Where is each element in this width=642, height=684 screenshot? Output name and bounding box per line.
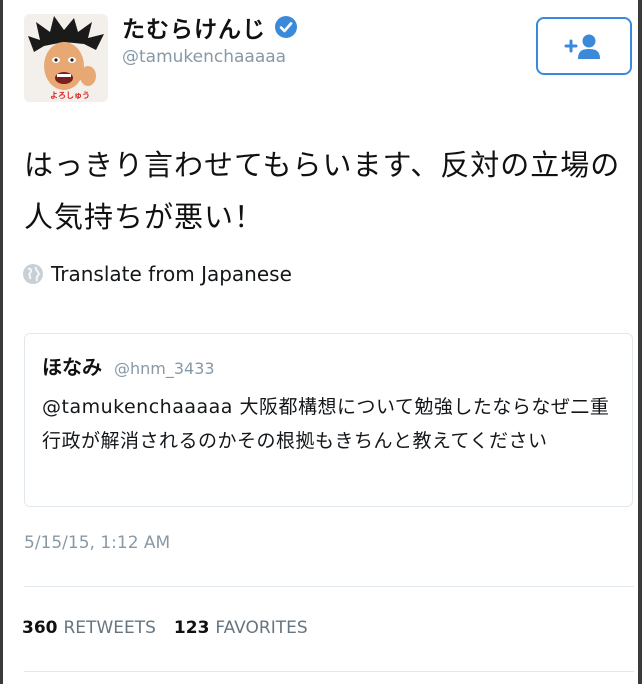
quoted-user-name: ほなみ: [42, 355, 102, 379]
favorites-count: 123: [173, 618, 210, 638]
display-name-text: たむらけんじ: [122, 17, 266, 43]
retweets-count: 360: [22, 618, 58, 638]
quoted-tweet-header: ほなみ @hnm_3433: [42, 351, 215, 380]
follow-button[interactable]: [536, 17, 632, 75]
user-display-name[interactable]: たむらけんじ: [122, 10, 298, 44]
quoted-tweet-text: @tamukenchaaaaa 大阪都構想について勉強したならなぜ二重行政が解消…: [42, 396, 610, 452]
translate-label: Translate from Japanese: [51, 262, 292, 286]
globe-icon: [23, 264, 43, 284]
screen-edge-right: [638, 0, 642, 684]
favorites-label: FAVORITES: [215, 618, 308, 638]
user-handle[interactable]: @tamukenchaaaaa: [122, 47, 286, 67]
retweets-label: RETWEETS: [63, 618, 156, 638]
avatar[interactable]: よろしゅう: [24, 14, 108, 102]
tweet-text: はっきり言わせてもらいます、反対の立場の人気持ちが悪い！: [24, 148, 621, 234]
divider: [24, 586, 634, 587]
verified-badge-icon: [274, 15, 298, 39]
avatar-illustration: [24, 14, 108, 102]
divider: [24, 671, 634, 672]
screen-edge-left: [0, 0, 3, 684]
favorites-stat[interactable]: 123 FAVORITES: [174, 618, 308, 638]
add-user-icon: [564, 34, 600, 59]
retweets-stat[interactable]: 360 RETWEETS: [22, 618, 156, 638]
tweet-timestamp[interactable]: 5/15/15, 1:12 AM: [24, 533, 170, 553]
tweet-stats: 360 RETWEETS 123 FAVORITES: [22, 618, 308, 638]
quoted-user-handle: @hnm_3433: [114, 359, 215, 378]
translate-link[interactable]: Translate from Japanese: [22, 262, 292, 286]
avatar-caption: よろしゅう: [50, 91, 90, 100]
quoted-tweet-card[interactable]: ほなみ @hnm_3433 @tamukenchaaaaa 大阪都構想について勉…: [24, 333, 633, 507]
